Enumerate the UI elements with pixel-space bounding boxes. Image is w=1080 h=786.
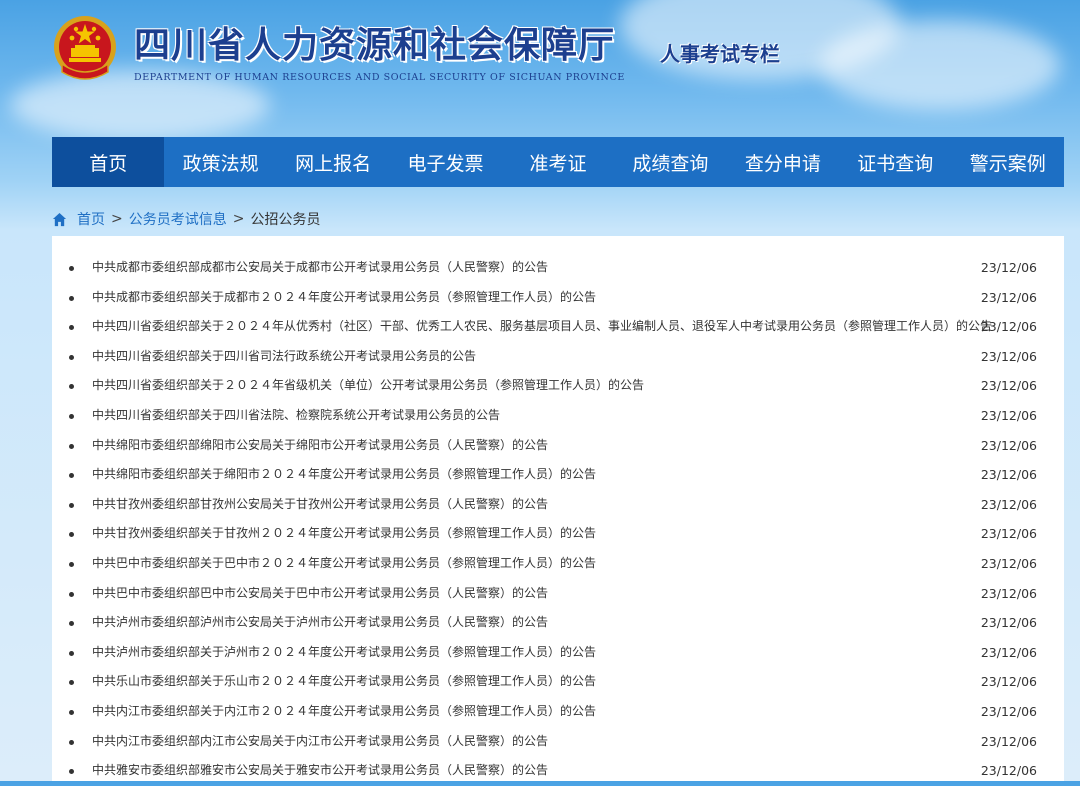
bullet-icon bbox=[69, 502, 74, 508]
list-item: 中共绵阳市委组织部关于绵阳市２０２４年度公开考试录用公务员（参照管理工作人员）的… bbox=[52, 460, 1064, 490]
announcement-link[interactable]: 中共绵阳市委组织部绵阳市公安局关于绵阳市公开考试录用公务员（人民警察）的公告 bbox=[92, 438, 548, 452]
announcement-link[interactable]: 中共内江市委组织部内江市公安局关于内江市公开考试录用公务员（人民警察）的公告 bbox=[92, 734, 548, 748]
nav-item-admission-ticket[interactable]: 准考证 bbox=[502, 137, 614, 187]
announcement-date: 23/12/06 bbox=[980, 467, 1037, 483]
list-item: 中共乐山市委组织部关于乐山市２０２４年度公开考试录用公务员（参照管理工作人员）的… bbox=[52, 667, 1064, 697]
list-item: 中共成都市委组织部关于成都市２０２４年度公开考试录用公务员（参照管理工作人员）的… bbox=[52, 283, 1064, 313]
announcement-link[interactable]: 中共泸州市委组织部关于泸州市２０２４年度公开考试录用公务员（参照管理工作人员）的… bbox=[92, 645, 596, 659]
announcement-link[interactable]: 中共巴中市委组织部关于巴中市２０２４年度公开考试录用公务员（参照管理工作人员）的… bbox=[92, 556, 596, 570]
list-item: 中共泸州市委组织部关于泸州市２０２４年度公开考试录用公务员（参照管理工作人员）的… bbox=[52, 638, 1064, 668]
bullet-icon bbox=[69, 266, 74, 271]
bullet-icon bbox=[69, 769, 74, 775]
bullet-icon bbox=[69, 591, 74, 597]
nav-item-certificate-query[interactable]: 证书查询 bbox=[839, 137, 951, 187]
nav-item-warning-cases[interactable]: 警示案例 bbox=[952, 137, 1064, 187]
announcement-date: 23/12/06 bbox=[980, 615, 1037, 631]
announcement-link[interactable]: 中共四川省委组织部关于２０２４年从优秀村（社区）干部、优秀工人农民、服务基层项目… bbox=[92, 319, 992, 333]
breadcrumb-civil-servant-info-link[interactable]: 公务员考试信息 bbox=[129, 209, 227, 229]
breadcrumb-separator: > bbox=[111, 211, 123, 227]
nav-item-score-query[interactable]: 成绩查询 bbox=[614, 137, 726, 187]
announcement-date: 23/12/06 bbox=[980, 378, 1037, 394]
list-item: 中共四川省委组织部关于２０２４年从优秀村（社区）干部、优秀工人农民、服务基层项目… bbox=[52, 312, 1064, 342]
nav-item-registration[interactable]: 网上报名 bbox=[277, 137, 389, 187]
announcement-date: 23/12/06 bbox=[980, 319, 1037, 335]
list-item: 中共四川省委组织部关于四川省司法行政系统公开考试录用公务员的公告 23/12/06 bbox=[52, 342, 1064, 372]
announcement-date: 23/12/06 bbox=[980, 703, 1037, 719]
breadcrumb: 首页 > 公务员考试信息 > 公招公务员 bbox=[52, 208, 320, 230]
bullet-icon bbox=[69, 739, 74, 745]
announcement-link[interactable]: 中共乐山市委组织部关于乐山市２０２４年度公开考试录用公务员（参照管理工作人员）的… bbox=[92, 674, 596, 688]
announcement-date: 23/12/06 bbox=[980, 437, 1037, 453]
list-item: 中共成都市委组织部成都市公安局关于成都市公开考试录用公务员（人民警察）的公告 23… bbox=[52, 253, 1064, 283]
announcement-date: 23/12/06 bbox=[980, 526, 1037, 542]
bullet-icon bbox=[69, 680, 74, 686]
announcement-link[interactable]: 中共泸州市委组织部泸州市公安局关于泸州市公开考试录用公务员（人民警察）的公告 bbox=[92, 615, 548, 629]
announcement-list: 中共成都市委组织部成都市公安局关于成都市公开考试录用公务员（人民警察）的公告 23… bbox=[52, 236, 1064, 786]
list-item: 中共巴中市委组织部关于巴中市２０２４年度公开考试录用公务员（参照管理工作人员）的… bbox=[52, 549, 1064, 579]
announcement-date: 23/12/06 bbox=[980, 260, 1037, 275]
national-emblem-icon bbox=[54, 16, 116, 80]
list-item: 中共雅安市委组织部雅安市公安局关于雅安市公开考试录用公务员（人民警察）的公告 23… bbox=[52, 756, 1064, 786]
list-item: 中共甘孜州委组织部甘孜州公安局关于甘孜州公开考试录用公务员（人民警察）的公告 23… bbox=[52, 490, 1064, 520]
bullet-icon bbox=[69, 413, 74, 419]
site-subtitle: DEPARTMENT OF HUMAN RESOURCES AND SOCIAL… bbox=[134, 72, 625, 83]
bullet-icon bbox=[69, 295, 74, 301]
bullet-icon bbox=[69, 709, 74, 715]
list-item: 中共内江市委组织部关于内江市２０２４年度公开考试录用公务员（参照管理工作人员）的… bbox=[52, 697, 1064, 727]
main-nav: 首页 政策法规 网上报名 电子发票 准考证 成绩查询 查分申请 证书查询 警示案… bbox=[52, 137, 1064, 187]
list-item: 中共绵阳市委组织部绵阳市公安局关于绵阳市公开考试录用公务员（人民警察）的公告 23… bbox=[52, 431, 1064, 461]
announcement-date: 23/12/06 bbox=[980, 407, 1037, 423]
announcement-link[interactable]: 中共四川省委组织部关于２０２４年省级机关（单位）公开考试录用公务员（参照管理工作… bbox=[92, 378, 644, 392]
list-item: 中共甘孜州委组织部关于甘孜州２０２４年度公开考试录用公务员（参照管理工作人员）的… bbox=[52, 519, 1064, 549]
announcement-link[interactable]: 中共甘孜州委组织部甘孜州公安局关于甘孜州公开考试录用公务员（人民警察）的公告 bbox=[92, 497, 548, 511]
site-title: 四川省人力资源和社会保障厅 bbox=[134, 24, 616, 66]
announcement-link[interactable]: 中共成都市委组织部成都市公安局关于成都市公开考试录用公务员（人民警察）的公告 bbox=[92, 260, 548, 274]
section-title: 人事考试专栏 bbox=[660, 42, 780, 66]
bullet-icon bbox=[69, 354, 74, 360]
announcement-panel: 中共成都市委组织部成都市公安局关于成都市公开考试录用公务员（人民警察）的公告 23… bbox=[52, 236, 1064, 781]
bullet-icon bbox=[69, 443, 74, 449]
announcement-date: 23/12/06 bbox=[980, 733, 1037, 749]
announcement-date: 23/12/06 bbox=[980, 496, 1037, 512]
announcement-date: 23/12/06 bbox=[980, 348, 1037, 364]
list-item: 中共内江市委组织部内江市公安局关于内江市公开考试录用公务员（人民警察）的公告 23… bbox=[52, 727, 1064, 757]
announcement-link[interactable]: 中共成都市委组织部关于成都市２０２４年度公开考试录用公务员（参照管理工作人员）的… bbox=[92, 290, 596, 304]
list-item: 中共四川省委组织部关于四川省法院、检察院系统公开考试录用公务员的公告 23/12/… bbox=[52, 401, 1064, 431]
bullet-icon bbox=[69, 650, 74, 656]
nav-item-home[interactable]: 首页 bbox=[52, 137, 165, 187]
breadcrumb-home-link[interactable]: 首页 bbox=[77, 209, 105, 229]
bullet-icon bbox=[69, 325, 74, 331]
announcement-link[interactable]: 中共巴中市委组织部巴中市公安局关于巴中市公开考试录用公务员（人民警察）的公告 bbox=[92, 586, 548, 600]
announcement-date: 23/12/06 bbox=[980, 763, 1037, 779]
announcement-date: 23/12/06 bbox=[980, 555, 1037, 571]
list-item: 中共泸州市委组织部泸州市公安局关于泸州市公开考试录用公务员（人民警察）的公告 23… bbox=[52, 608, 1064, 638]
breadcrumb-current: 公招公务员 bbox=[250, 212, 321, 228]
home-icon bbox=[52, 212, 67, 226]
announcement-date: 23/12/06 bbox=[980, 289, 1037, 305]
announcement-link[interactable]: 中共甘孜州委组织部关于甘孜州２０２４年度公开考试录用公务员（参照管理工作人员）的… bbox=[92, 526, 596, 540]
nav-item-score-review[interactable]: 查分申请 bbox=[727, 137, 839, 187]
announcement-link[interactable]: 中共四川省委组织部关于四川省司法行政系统公开考试录用公务员的公告 bbox=[92, 349, 476, 363]
site-header: 四川省人力资源和社会保障厅 DEPARTMENT OF HUMAN RESOUR… bbox=[0, 0, 1080, 130]
bullet-icon bbox=[69, 621, 74, 627]
list-item: 中共巴中市委组织部巴中市公安局关于巴中市公开考试录用公务员（人民警察）的公告 23… bbox=[52, 579, 1064, 609]
bullet-icon bbox=[69, 473, 74, 479]
announcement-link[interactable]: 中共雅安市委组织部雅安市公安局关于雅安市公开考试录用公务员（人民警察）的公告 bbox=[92, 763, 548, 777]
nav-item-policy[interactable]: 政策法规 bbox=[164, 137, 276, 187]
announcement-date: 23/12/06 bbox=[980, 644, 1037, 660]
bullet-icon bbox=[69, 561, 74, 567]
announcement-link[interactable]: 中共内江市委组织部关于内江市２０２４年度公开考试录用公务员（参照管理工作人员）的… bbox=[92, 704, 596, 718]
announcement-link[interactable]: 中共绵阳市委组织部关于绵阳市２０２４年度公开考试录用公务员（参照管理工作人员）的… bbox=[92, 467, 596, 481]
breadcrumb-separator: > bbox=[232, 211, 245, 227]
announcement-date: 23/12/06 bbox=[980, 585, 1037, 601]
list-item: 中共四川省委组织部关于２０２４年省级机关（单位）公开考试录用公务员（参照管理工作… bbox=[52, 371, 1064, 401]
nav-item-e-invoice[interactable]: 电子发票 bbox=[389, 137, 501, 187]
bullet-icon bbox=[69, 532, 74, 538]
announcement-link[interactable]: 中共四川省委组织部关于四川省法院、检察院系统公开考试录用公务员的公告 bbox=[92, 408, 500, 422]
announcement-date: 23/12/06 bbox=[980, 674, 1037, 690]
bullet-icon bbox=[69, 384, 74, 390]
